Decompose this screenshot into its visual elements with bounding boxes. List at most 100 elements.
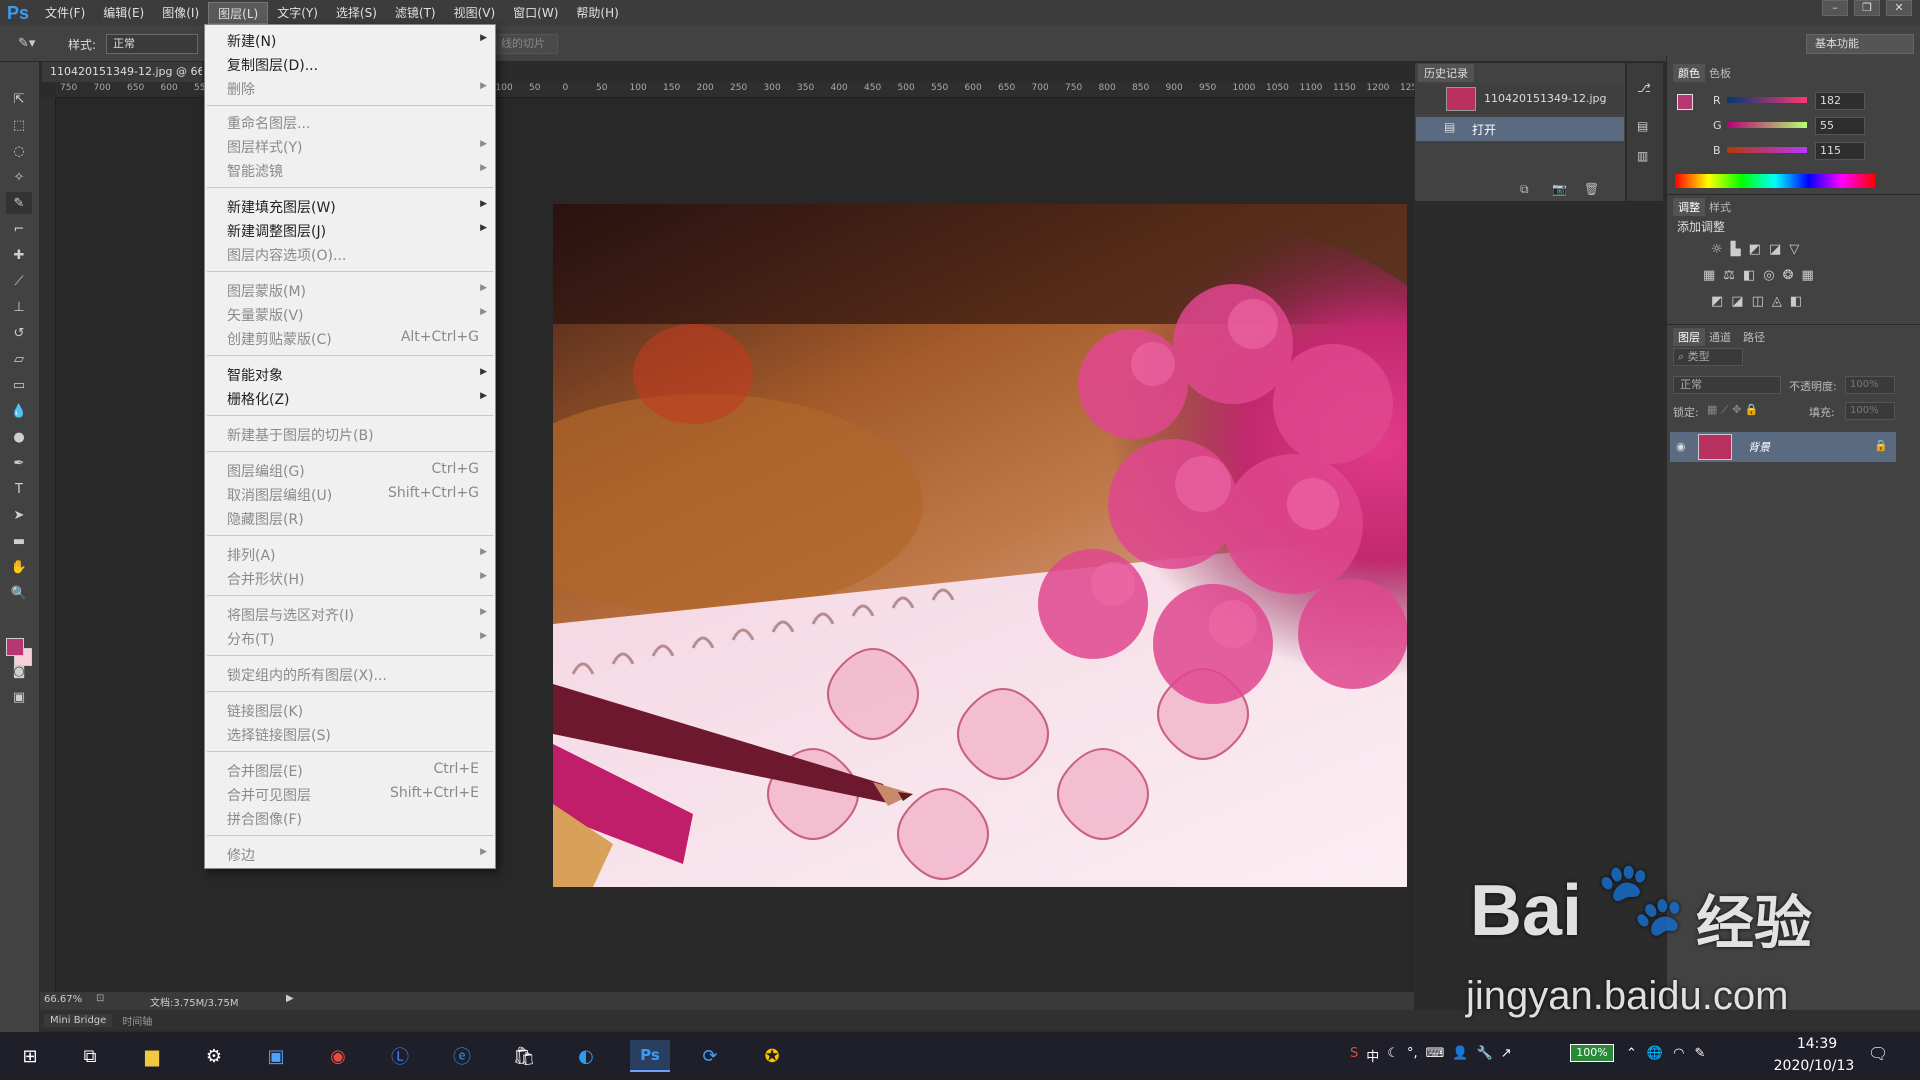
- r-value-input[interactable]: 182: [1815, 92, 1865, 110]
- chrome-icon[interactable]: ◉: [322, 1040, 354, 1072]
- style-select[interactable]: 正常: [106, 34, 198, 54]
- menu-layer[interactable]: 图层(L): [208, 2, 269, 24]
- l-app-icon[interactable]: Ⓛ: [384, 1040, 416, 1072]
- photoshop-taskbar-icon[interactable]: Ps: [630, 1040, 670, 1072]
- menu-item-matting[interactable]: 修边: [227, 845, 255, 865]
- document-image[interactable]: [553, 204, 1407, 887]
- layer-row-background[interactable]: ◉ 背景 🔒: [1670, 432, 1896, 462]
- wrench-icon[interactable]: 🔧: [1477, 1046, 1493, 1065]
- feishu-icon[interactable]: ⟳: [694, 1040, 726, 1072]
- menu-item-select-linked-layers[interactable]: 选择链接图层(S): [227, 725, 331, 745]
- menu-type[interactable]: 文字(Y): [268, 2, 327, 24]
- exposure-icon[interactable]: ◪: [1769, 242, 1781, 257]
- photo-filter-icon[interactable]: ◎: [1763, 268, 1774, 283]
- keyboard-icon[interactable]: ⌨: [1426, 1046, 1445, 1065]
- menu-select[interactable]: 选择(S): [327, 2, 386, 24]
- tab-layers[interactable]: 图层: [1673, 328, 1705, 346]
- posterize-icon[interactable]: ◪: [1731, 294, 1743, 309]
- black-white-icon[interactable]: ◧: [1743, 268, 1755, 283]
- menu-item-delete[interactable]: 删除: [227, 79, 255, 99]
- task-view-icon[interactable]: ⧉: [74, 1040, 106, 1072]
- info-panel-icon[interactable]: ▥: [1637, 149, 1648, 163]
- menu-file[interactable]: 文件(F): [36, 2, 94, 24]
- menu-item-link-layers[interactable]: 链接图层(K): [227, 701, 303, 721]
- g-slider[interactable]: [1727, 122, 1807, 128]
- menu-item-combine-shapes[interactable]: 合并形状(H): [227, 569, 304, 589]
- trash-icon[interactable]: 🗑: [1584, 182, 1599, 196]
- status-info-icon[interactable]: ⊡: [96, 993, 104, 1004]
- opacity-input[interactable]: 100%: [1845, 376, 1895, 394]
- moon-icon[interactable]: ☾: [1387, 1046, 1399, 1065]
- color-lookup-icon[interactable]: ▦: [1802, 268, 1814, 283]
- properties-panel-icon[interactable]: ▤: [1637, 119, 1648, 133]
- tab-timeline[interactable]: 时间轴: [116, 1012, 158, 1029]
- channel-mixer-icon[interactable]: ❂: [1783, 268, 1794, 283]
- user-icon[interactable]: 👤: [1452, 1046, 1468, 1065]
- marquee-tool-icon[interactable]: ⬚: [6, 114, 32, 136]
- menu-image[interactable]: 图像(I): [153, 2, 208, 24]
- chevron-up-icon[interactable]: ⌃: [1626, 1046, 1637, 1061]
- tab-paths[interactable]: 路径: [1743, 329, 1765, 345]
- menu-item-flatten-image[interactable]: 拼合图像(F): [227, 809, 302, 829]
- foreground-color-swatch[interactable]: [6, 638, 24, 656]
- slice-tool-icon[interactable]: ✎▾: [18, 36, 35, 51]
- tab-mini-bridge[interactable]: Mini Bridge: [44, 1013, 113, 1027]
- clock-date[interactable]: 2020/10/13: [1764, 1058, 1864, 1074]
- move-tool-icon[interactable]: ⇱: [6, 88, 32, 110]
- menu-item-group-layers[interactable]: 图层编组(G): [227, 461, 305, 481]
- status-menu-arrow-icon[interactable]: ▶: [286, 993, 294, 1004]
- sogou-ime-icon[interactable]: S: [1350, 1046, 1358, 1065]
- b-slider[interactable]: [1727, 147, 1807, 153]
- ime-mode[interactable]: 中: [1366, 1046, 1379, 1065]
- screen-mode-icon[interactable]: ▣: [6, 686, 32, 708]
- menu-item-smart-filter[interactable]: 智能滤镜: [227, 161, 283, 181]
- tab-swatches[interactable]: 色板: [1709, 65, 1731, 81]
- color-spectrum-bar[interactable]: [1675, 174, 1875, 188]
- stamp-tool-icon[interactable]: ⊥: [6, 296, 32, 318]
- menu-item-layer-mask[interactable]: 图层蒙版(M): [227, 281, 306, 301]
- gradient-map-icon[interactable]: ◬: [1772, 294, 1782, 309]
- menu-edit[interactable]: 编辑(E): [94, 2, 153, 24]
- zoom-tool-icon[interactable]: 🔍: [6, 582, 32, 604]
- eyedropper-tool-icon[interactable]: ⌐: [6, 218, 32, 240]
- levels-icon[interactable]: ▙: [1731, 242, 1741, 257]
- restore-button[interactable]: ❐: [1854, 0, 1880, 16]
- selective-color-icon[interactable]: ◧: [1790, 294, 1802, 309]
- healing-tool-icon[interactable]: ✚: [6, 244, 32, 266]
- document-tab[interactable]: 110420151349-12.jpg @ 66: [42, 62, 202, 82]
- slice-from-guides-button[interactable]: 线的切片: [496, 34, 558, 54]
- path-select-tool-icon[interactable]: ➤: [6, 504, 32, 526]
- slice-tool-icon[interactable]: ✎: [6, 192, 32, 214]
- menu-item-rasterize[interactable]: 栅格化(Z): [227, 389, 290, 409]
- menu-item-rename-layer[interactable]: 重命名图层...: [227, 113, 310, 133]
- workspace-select[interactable]: 基本功能: [1806, 34, 1914, 54]
- store-icon[interactable]: 🛍: [508, 1040, 540, 1072]
- pen-tool-icon[interactable]: ✒: [6, 452, 32, 474]
- menu-item-new-adjustment-layer[interactable]: 新建调整图层(J): [227, 221, 326, 241]
- fill-input[interactable]: 100%: [1845, 402, 1895, 420]
- menu-item-create-clipping-mask[interactable]: 创建剪贴蒙版(C): [227, 329, 332, 349]
- tab-history[interactable]: 历史记录: [1418, 64, 1474, 82]
- zoom-level[interactable]: 66.67%: [44, 994, 82, 1005]
- minimize-button[interactable]: –: [1822, 0, 1848, 16]
- menu-item-distribute[interactable]: 分布(T): [227, 629, 274, 649]
- quick-select-tool-icon[interactable]: ✧: [6, 166, 32, 188]
- pen-icon[interactable]: ✎: [1694, 1046, 1705, 1061]
- menu-help[interactable]: 帮助(H): [567, 2, 627, 24]
- menu-item-merge-visible[interactable]: 合并可见图层: [227, 785, 311, 805]
- dodge-tool-icon[interactable]: ●: [6, 426, 32, 448]
- tab-channels[interactable]: 通道: [1709, 329, 1731, 345]
- history-brush-tool-icon[interactable]: ↺: [6, 322, 32, 344]
- vibrance-icon[interactable]: ▽: [1789, 242, 1799, 257]
- menu-item-vector-mask[interactable]: 矢量蒙版(V): [227, 305, 304, 325]
- hand-tool-icon[interactable]: ✋: [6, 556, 32, 578]
- menu-view[interactable]: 视图(V): [445, 2, 505, 24]
- tab-adjustments[interactable]: 调整: [1673, 198, 1705, 216]
- menu-filter[interactable]: 滤镜(T): [386, 2, 445, 24]
- layer-filter-select[interactable]: ⌕ 类型: [1673, 348, 1743, 366]
- tab-styles[interactable]: 样式: [1709, 199, 1731, 215]
- menu-item-hide-layers[interactable]: 隐藏图层(R): [227, 509, 304, 529]
- punctuation-icon[interactable]: °,: [1407, 1046, 1418, 1065]
- type-tool-icon[interactable]: T: [6, 478, 32, 500]
- history-step[interactable]: ▤ 打开: [1416, 117, 1624, 141]
